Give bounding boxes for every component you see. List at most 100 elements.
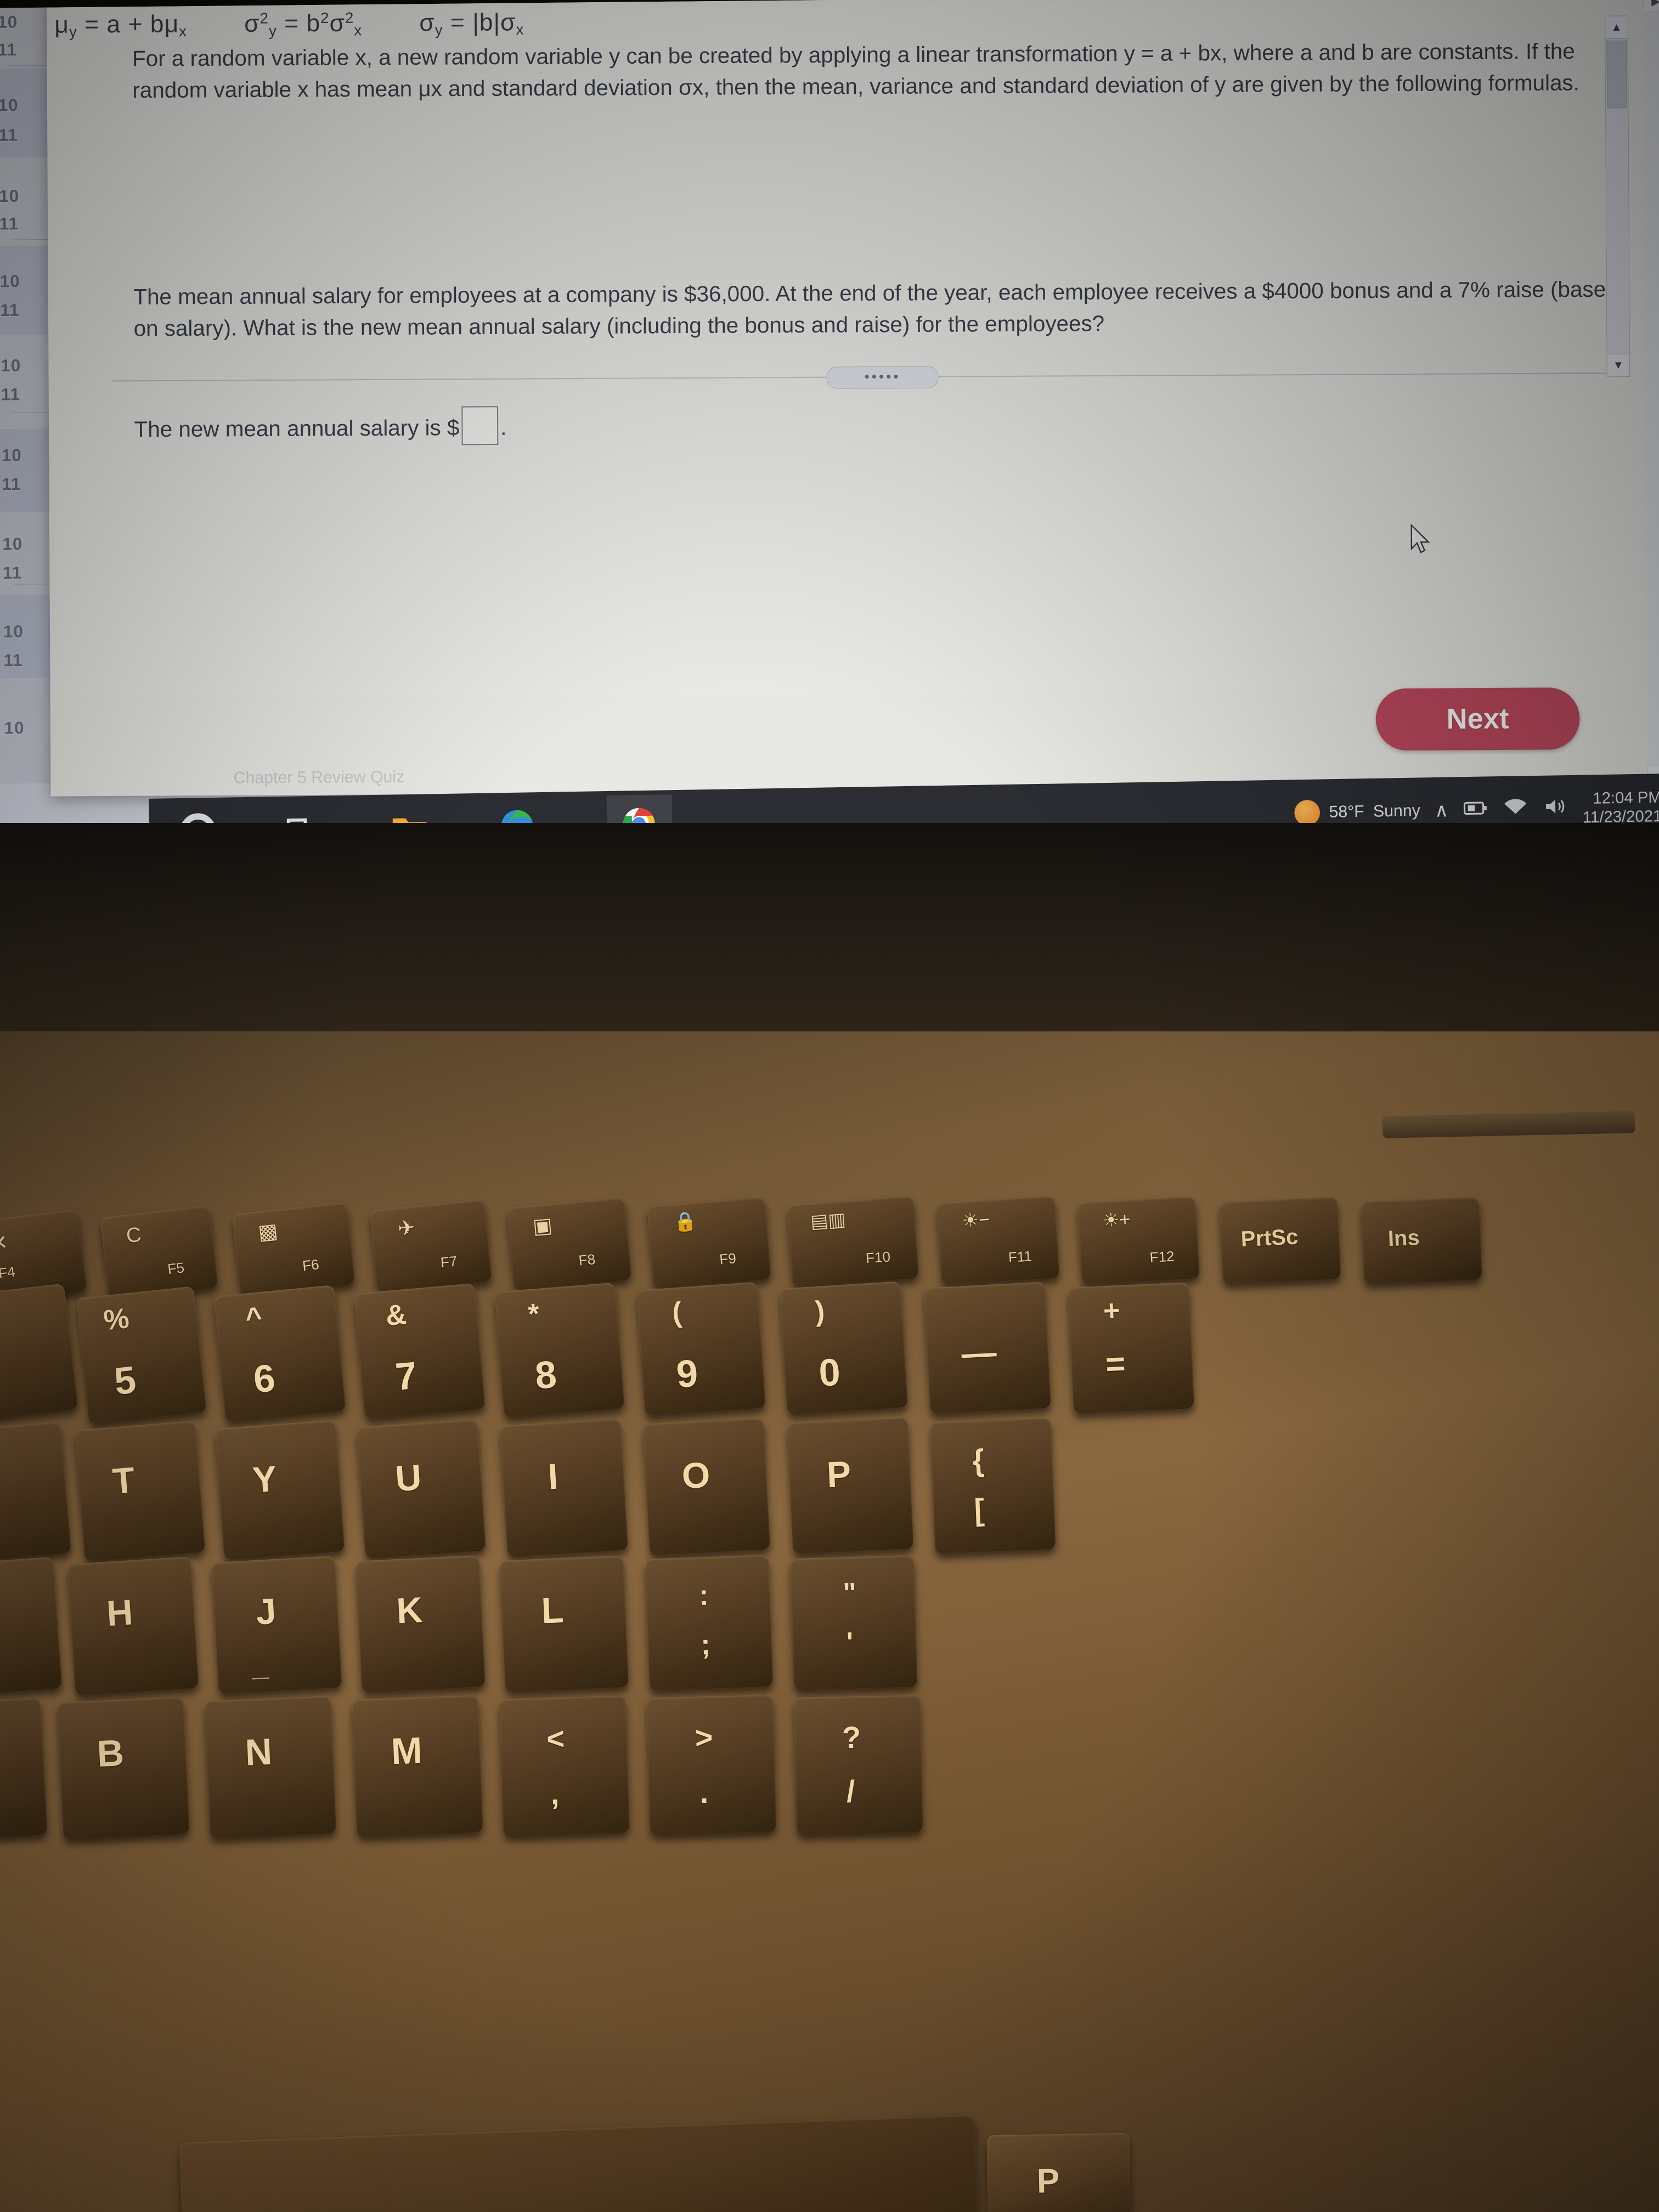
key-period-label: . [699,1775,709,1810]
question-paragraph-1: For a random variable x, a new random va… [132,39,1580,103]
key-bottom-right[interactable]: P [986,2132,1131,2212]
key-bottom-right-label: P [1036,2162,1060,2200]
scroll-thumb[interactable] [1606,40,1627,109]
key-p-label: P [826,1453,852,1495]
key-f8[interactable]: ▣ F8 [506,1197,632,1290]
brightness-down-icon: ☀− [961,1209,991,1232]
key-h[interactable]: H [67,1556,199,1696]
key-m[interactable]: M [352,1695,483,1837]
weather-condition: Sunny [1373,801,1421,821]
inner-vertical-scrollbar[interactable]: ▲ ▼ [1605,15,1630,377]
key-f10[interactable]: ▤▥ F10 [787,1196,919,1287]
key-brace-left-label: { [971,1442,985,1478]
key-prtsc[interactable]: PrtSc [1219,1197,1341,1284]
key-f11[interactable]: ☀− F11 [936,1195,1060,1285]
key-comma[interactable]: < , [499,1695,630,1837]
key-j-underscore: _ [250,1647,269,1683]
key-less-than-label: < [546,1720,566,1756]
key-6[interactable]: ^ 6 [213,1284,346,1423]
page-vertical-scrollbar[interactable]: ▶ ▼ [1643,0,1659,788]
key-f5[interactable]: C F5 [100,1205,218,1300]
key-b[interactable]: B [57,1696,190,1840]
page-scroll-right-button[interactable]: ▶ [1643,0,1659,13]
key-7[interactable]: & 7 [354,1283,486,1420]
key-f12-label: F12 [1149,1248,1175,1266]
key-5[interactable]: % 5 [76,1286,207,1424]
key-9-shift: ( [671,1296,683,1329]
formula-mean: μy = a + bμx [54,10,188,41]
key-v[interactable]: / [0,1697,48,1841]
key-0[interactable]: ) 0 [780,1281,908,1415]
formula-stddev: σy = |b|σx [419,8,524,38]
key-r[interactable]: R [0,1421,72,1563]
battery-icon[interactable] [1463,799,1488,821]
key-8[interactable]: * 8 [494,1282,625,1418]
tray-chevron-up-icon[interactable]: ∧ [1435,799,1449,822]
key-y[interactable]: Y [215,1420,345,1560]
key-u[interactable]: U [357,1419,486,1559]
key-f6-glyph: ▩ [257,1219,279,1245]
key-p[interactable]: P [787,1417,914,1554]
key-doublequote-label: " [842,1577,857,1610]
key-f8-label: F8 [578,1251,596,1269]
key-t[interactable]: T [74,1420,206,1562]
key-7-shift: & [384,1298,408,1333]
key-y-label: Y [251,1458,279,1500]
weather-temperature: 58°F [1329,802,1365,822]
key-j-label: J [255,1590,278,1633]
key-n-label: N [244,1730,273,1774]
formula-block: μy = a + bμx σ2y = b2σ2x σy = |b|σx [54,4,1384,41]
wifi-icon[interactable] [1503,798,1528,821]
answer-period: . [500,415,507,440]
key-f7[interactable]: ✈ F7 [369,1199,492,1293]
answer-input[interactable] [461,406,499,445]
key-n[interactable]: N [204,1696,337,1838]
lock-icon: 🔒 [673,1210,698,1233]
key-l[interactable]: L [500,1555,629,1692]
key-t-label: T [111,1459,137,1502]
answer-row: The new mean annual salary is $. [134,406,507,447]
key-f9[interactable]: 🔒 F9 [647,1197,771,1289]
scroll-down-button[interactable]: ▼ [1607,353,1630,377]
key-b-label: B [95,1731,125,1775]
key-prtsc-label: PrtSc [1240,1224,1299,1252]
key-m-label: M [390,1729,424,1773]
key-slash[interactable]: ? / [794,1695,923,1835]
key-bracket-left[interactable]: { [ [930,1417,1056,1554]
screenshot-root: 10 11 10 11 10 11 10 11 10 11 10 11 10 1… [0,0,1659,2212]
key-minus[interactable]: — [924,1282,1051,1414]
clock-widget[interactable]: 12:04 PM 11/23/2021 [1582,788,1659,827]
volume-icon[interactable] [1543,797,1568,820]
key-j[interactable]: J _ [211,1555,342,1695]
key-9[interactable]: ( 9 [636,1282,766,1417]
key-semicolon[interactable]: : ; [645,1555,774,1691]
sun-icon [1294,799,1321,826]
key-quote[interactable]: " ' [790,1555,918,1691]
weather-widget[interactable]: 58°F Sunny [1294,798,1420,826]
key-f12[interactable]: ☀+ F12 [1077,1196,1200,1285]
key-g[interactable]: G [0,1556,63,1697]
screen-bezel-bottom [0,823,1659,1031]
key-equals[interactable]: + = [1068,1282,1194,1414]
key-f6[interactable]: ▩ F6 [232,1202,356,1296]
key-5-label: 5 [112,1358,138,1403]
key-question-label: ? [842,1719,861,1755]
key-f10-label: F10 [865,1248,891,1267]
more-options-pill[interactable]: ••••• [826,366,939,389]
browser-content-window: For a random variable x, a new random va… [46,0,1659,797]
key-period[interactable]: > . [646,1695,777,1835]
key-6-label: 6 [251,1356,277,1401]
key-o[interactable]: O [642,1418,771,1556]
next-button[interactable]: Next [1375,687,1580,751]
key-k[interactable]: K [356,1555,486,1693]
key-apostrophe-label: ' [846,1627,854,1659]
key-i[interactable]: I [500,1418,628,1558]
mouse-cursor-icon [1410,524,1430,554]
key-colon-label: : [698,1579,709,1612]
scroll-up-button[interactable]: ▲ [1605,16,1628,40]
key-f9-label: F9 [719,1250,737,1268]
key-9-label: 9 [675,1351,699,1396]
key-ins[interactable]: Ins [1361,1197,1482,1284]
answer-label: The new mean annual salary is $ [134,415,460,442]
laptop-screen: 10 11 10 11 10 11 10 11 10 11 10 11 10 1… [0,0,1659,850]
